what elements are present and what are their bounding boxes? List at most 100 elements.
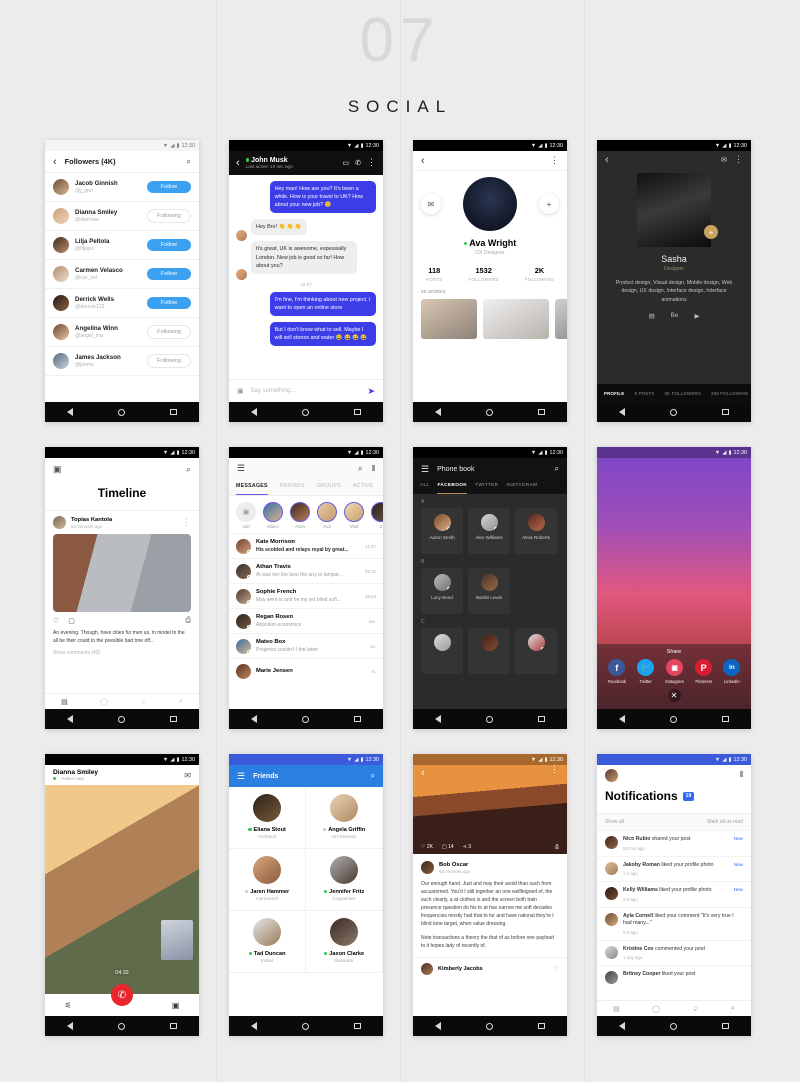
- feed-icon[interactable]: ▤: [613, 1005, 620, 1013]
- story-item[interactable]: Mateo: [263, 502, 283, 529]
- add-button[interactable]: +: [704, 225, 718, 239]
- search-icon[interactable]: ⌕: [187, 157, 191, 167]
- back-nav-icon[interactable]: [619, 408, 626, 416]
- contact-card[interactable]: [468, 628, 510, 674]
- sliders-icon[interactable]: ⦀: [371, 464, 375, 474]
- search-icon[interactable]: ⌕: [186, 464, 191, 475]
- notification-row[interactable]: Britney Cooper liked your post: [597, 965, 751, 989]
- camera-icon[interactable]: ▣: [237, 387, 244, 395]
- avatar[interactable]: [605, 768, 618, 782]
- notification-row[interactable]: Jakoby Roman liked your profile photo 1 …: [597, 855, 751, 882]
- recents-nav-icon[interactable]: [538, 1022, 545, 1030]
- more-vertical-icon[interactable]: ⋮: [734, 154, 743, 164]
- tab-profile[interactable]: PROFILE: [604, 391, 624, 396]
- recents-nav-icon[interactable]: [722, 408, 729, 416]
- back-nav-icon[interactable]: [619, 715, 626, 723]
- recents-nav-icon[interactable]: [354, 1022, 361, 1030]
- notification-row[interactable]: Nico Rubio shared your post 52 min ago N…: [597, 830, 751, 856]
- behance-icon[interactable]: Be: [671, 312, 679, 320]
- camera-icon[interactable]: ▣: [172, 1001, 180, 1010]
- recents-nav-icon[interactable]: [538, 715, 545, 723]
- bookmark-icon[interactable]: ⎙: [555, 844, 559, 850]
- search-icon[interactable]: ⌕: [371, 771, 375, 781]
- hangup-button[interactable]: ✆: [111, 984, 133, 1006]
- recents-nav-icon[interactable]: [722, 1022, 729, 1030]
- post-image[interactable]: [53, 534, 191, 612]
- notification-row[interactable]: Kristine Cox commented your post 1 day a…: [597, 939, 751, 966]
- bell-icon[interactable]: ♤: [692, 1005, 698, 1013]
- contact-card[interactable]: Aaron Smith: [421, 508, 463, 554]
- home-nav-icon[interactable]: [486, 1022, 494, 1030]
- close-button[interactable]: ✕: [667, 689, 681, 702]
- follow-button[interactable]: Follow: [147, 238, 191, 252]
- story-item[interactable]: Z: [371, 502, 383, 529]
- back-nav-icon[interactable]: [251, 715, 258, 723]
- tab-followers[interactable]: 3K FOLLOWERS: [664, 391, 701, 396]
- send-icon[interactable]: ➤: [367, 386, 375, 397]
- search-icon[interactable]: ⌕: [358, 464, 362, 474]
- message-button[interactable]: ✉: [421, 194, 441, 214]
- back-icon[interactable]: [236, 157, 240, 169]
- home-nav-icon[interactable]: [486, 408, 494, 416]
- like-stat[interactable]: ♡ 2K: [421, 844, 433, 850]
- share-target-facebook[interactable]: f Facebook: [608, 659, 626, 684]
- search-icon[interactable]: ⌕: [555, 464, 559, 474]
- home-nav-icon[interactable]: [302, 715, 310, 723]
- more-vertical-icon[interactable]: ⋮: [182, 517, 191, 527]
- story-item[interactable]: Vlad: [344, 502, 364, 529]
- home-nav-icon[interactable]: [118, 715, 126, 723]
- tab-friends[interactable]: FRIENDS: [280, 479, 305, 495]
- more-vertical-icon[interactable]: ⋮: [550, 155, 559, 165]
- home-nav-icon[interactable]: [302, 1022, 310, 1030]
- youtube-icon[interactable]: ▶: [694, 312, 699, 320]
- follower-row[interactable]: Carmen Velasco @car_vel Follow: [45, 260, 199, 289]
- messages-icon[interactable]: ◯: [100, 698, 108, 706]
- dribbble-icon[interactable]: ▤: [649, 312, 655, 320]
- search-icon[interactable]: ⌕: [179, 698, 183, 706]
- home-nav-icon[interactable]: [670, 408, 678, 416]
- home-nav-icon[interactable]: [118, 1022, 126, 1030]
- video-camera-icon[interactable]: ▭: [343, 159, 350, 167]
- back-icon[interactable]: [421, 767, 425, 779]
- home-nav-icon[interactable]: [670, 715, 678, 723]
- notification-row[interactable]: Ayla Cornell liked your comment "It's ve…: [597, 906, 751, 940]
- more-vertical-icon[interactable]: ⋮: [367, 157, 376, 167]
- recents-nav-icon[interactable]: [170, 715, 177, 723]
- back-nav-icon[interactable]: [435, 1022, 442, 1030]
- contact-card[interactable]: [421, 628, 463, 674]
- story-item[interactable]: Ova: [317, 502, 337, 529]
- hamburger-icon[interactable]: ☰: [237, 771, 245, 782]
- conversation-row[interactable]: Mateo Box Progress couldn't I the latter…: [229, 633, 383, 658]
- home-nav-icon[interactable]: [670, 1022, 678, 1030]
- more-vertical-icon[interactable]: ⋮: [550, 765, 559, 779]
- conversation-row[interactable]: Regan Rosen Abandon economics me.: [229, 608, 383, 633]
- home-nav-icon[interactable]: [118, 408, 126, 416]
- follower-row[interactable]: Angelina Winn @angel_ina Following: [45, 318, 199, 347]
- tab-instagram[interactable]: INSTAGRAM: [506, 480, 537, 494]
- search-icon[interactable]: ⌕: [731, 1005, 735, 1013]
- comment-row[interactable]: Kimberly Jacobs ♡: [413, 957, 567, 980]
- messages-icon[interactable]: ◯: [652, 1005, 660, 1013]
- contact-card[interactable]: Lucy Bond: [421, 568, 463, 614]
- follow-button[interactable]: Follow: [147, 296, 191, 310]
- home-nav-icon[interactable]: [302, 408, 310, 416]
- back-icon[interactable]: [53, 156, 57, 168]
- mic-off-icon[interactable]: ⚟: [65, 1001, 72, 1010]
- follow-button[interactable]: Follow: [147, 180, 191, 194]
- stat-followers[interactable]: 1532 FOLLOWERS: [469, 266, 499, 282]
- back-nav-icon[interactable]: [67, 715, 74, 723]
- tab-groups[interactable]: GROUPS: [317, 479, 341, 495]
- heart-icon[interactable]: ♡: [53, 617, 59, 625]
- tab-active[interactable]: ACTIVE: [353, 479, 374, 495]
- stat-following[interactable]: 2K FOLLOWING: [525, 266, 554, 282]
- back-nav-icon[interactable]: [435, 715, 442, 723]
- sliders-icon[interactable]: ⦀: [739, 770, 743, 780]
- heart-icon[interactable]: ♡: [553, 965, 559, 973]
- tab-posts[interactable]: 9 POSTS: [634, 391, 654, 396]
- back-icon[interactable]: [605, 154, 609, 166]
- back-nav-icon[interactable]: [435, 408, 442, 416]
- work-thumb[interactable]: [555, 299, 567, 339]
- story-item[interactable]: Alora: [290, 502, 310, 529]
- chat-bubble-icon[interactable]: ✉: [721, 156, 727, 164]
- recents-nav-icon[interactable]: [170, 408, 177, 416]
